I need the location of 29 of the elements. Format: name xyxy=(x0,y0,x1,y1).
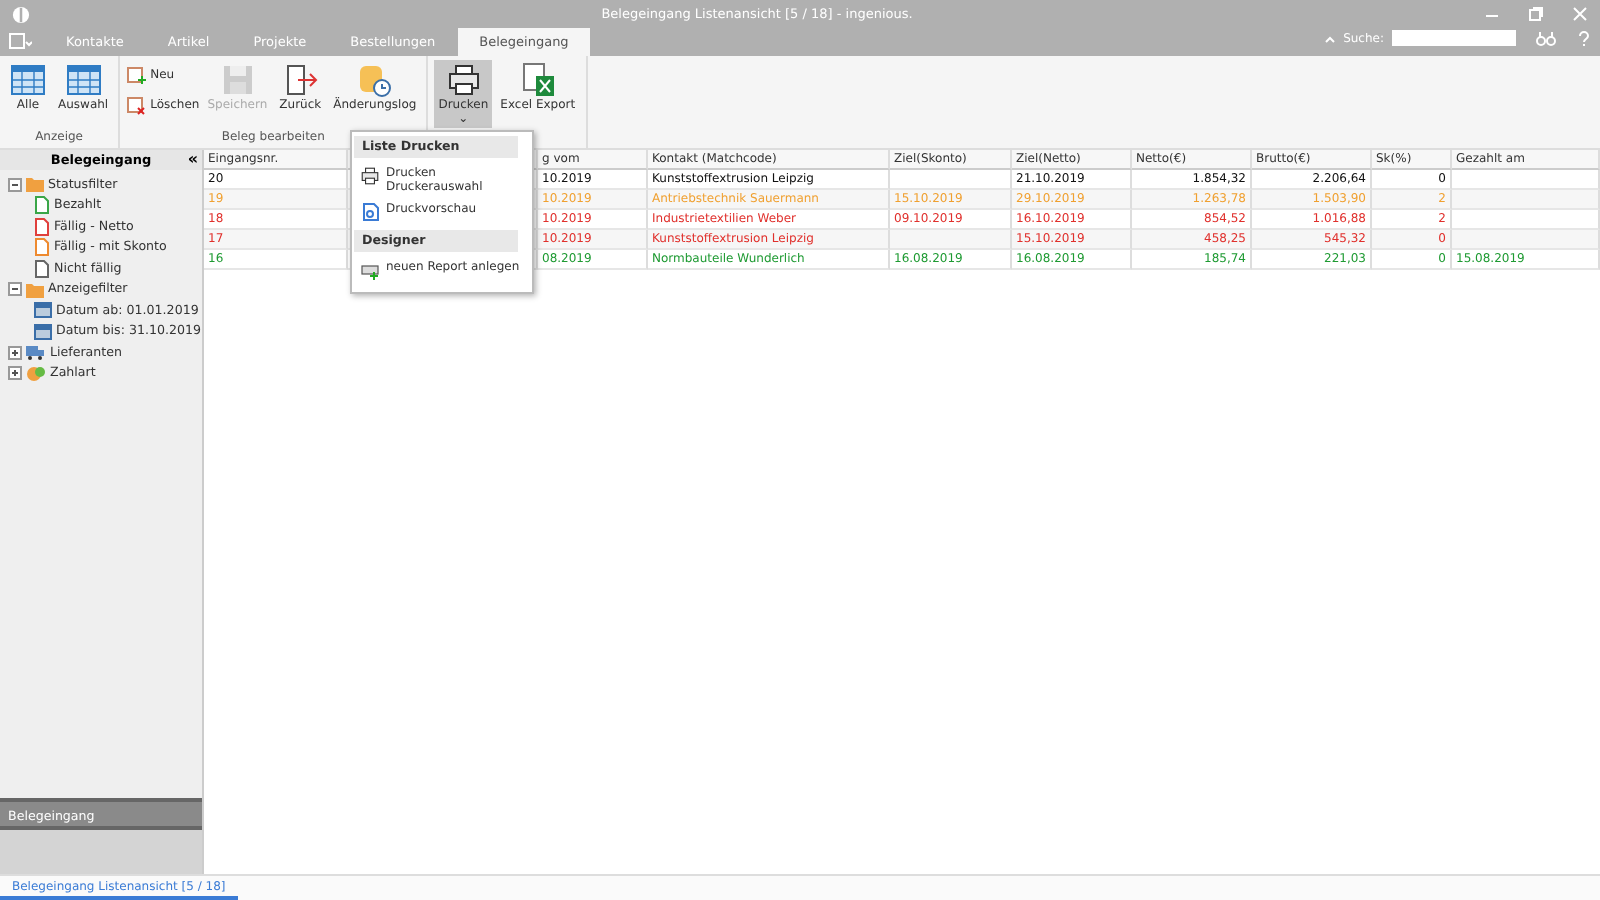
printer-add-icon xyxy=(360,260,380,280)
database-clock-icon xyxy=(356,62,393,98)
truck-icon xyxy=(26,344,46,361)
search-field[interactable] xyxy=(1392,30,1516,46)
table-icon xyxy=(10,62,46,98)
collapse-icon[interactable] xyxy=(8,177,22,192)
menu-icon[interactable] xyxy=(8,32,32,50)
printer-icon xyxy=(445,62,482,98)
binoculars-icon[interactable] xyxy=(1536,30,1556,46)
collapse-button[interactable]: « xyxy=(187,150,198,170)
document-icon xyxy=(360,202,380,222)
add-icon xyxy=(126,65,147,85)
expand-icon[interactable] xyxy=(8,345,22,360)
save-icon xyxy=(219,62,256,98)
help-icon[interactable] xyxy=(1576,30,1592,46)
delete-icon xyxy=(126,95,147,115)
app-logo xyxy=(12,5,30,23)
excel-icon xyxy=(519,62,556,98)
printer-icon xyxy=(360,166,380,186)
expand-icon[interactable] xyxy=(8,366,22,381)
chevron-up-icon[interactable] xyxy=(1323,33,1336,43)
exit-icon xyxy=(282,62,319,98)
collapse-icon[interactable] xyxy=(8,282,22,297)
folder-icon xyxy=(26,281,44,298)
folder-icon xyxy=(26,176,44,193)
table-icon xyxy=(65,62,102,98)
coins-icon xyxy=(26,365,46,382)
restore-icon[interactable] xyxy=(1528,6,1544,22)
close-icon[interactable] xyxy=(1572,6,1588,22)
